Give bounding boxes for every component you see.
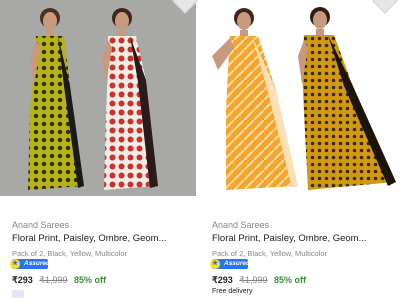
price-row: ₹293 ₹1,999 85% off [12,275,106,286]
assured-star-icon: ★ [10,259,20,269]
assured-badge: ★ Assured [210,259,251,269]
product-card-2[interactable]: Anand Sarees Floral Print, Paisley, Ombr… [200,0,400,296]
product-variant: Pack of 2, Black, Yellow, Multicolor [12,249,128,258]
selling-price: ₹293 [212,275,233,285]
product-variant: Pack of 2, Black, Yellow, Multicolor [212,249,328,258]
product-brand: Anand Sarees [212,220,270,230]
saree-photo-icon [28,8,158,190]
product-image[interactable] [204,0,400,196]
discount-label: 85% off [274,275,307,285]
product-image[interactable] [0,0,196,196]
delivery-text: Free delivery [212,288,253,295]
product-card-1[interactable]: Anand Sarees Floral Print, Paisley, Ombr… [0,0,200,298]
product-title[interactable]: Floral Print, Paisley, Ombre, Geom... [12,233,192,244]
assured-star-icon: ★ [210,259,220,269]
color-swatch[interactable] [12,290,24,298]
assured-badge: ★ Assured [10,259,51,269]
product-title[interactable]: Floral Print, Paisley, Ombre, Geom... [212,233,392,244]
mrp-price: ₹1,999 [239,275,268,285]
product-brand: Anand Sarees [12,220,70,230]
price-row: ₹293 ₹1,999 85% off [212,275,306,286]
discount-label: 85% off [74,275,107,285]
selling-price: ₹293 [12,275,33,285]
saree-photo-icon [212,7,396,190]
mrp-price: ₹1,999 [39,275,68,285]
